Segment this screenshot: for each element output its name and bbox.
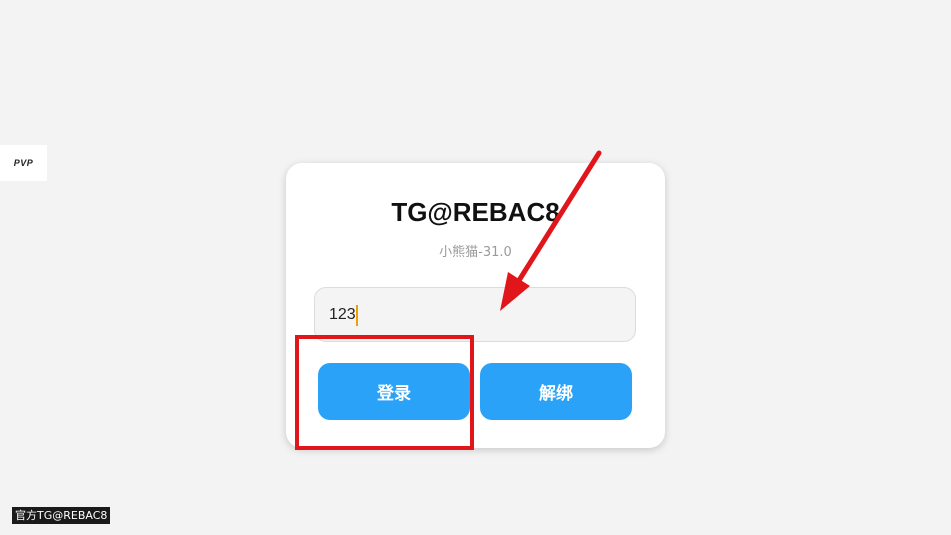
- page: PVP TG@REBAC8 小熊猫-31.0 登录 解绑 官方TG@REBAC8: [0, 0, 951, 535]
- side-badge-label: PVP: [13, 158, 34, 168]
- login-button[interactable]: 登录: [318, 363, 470, 420]
- card-subtitle: 小熊猫-31.0: [439, 245, 512, 260]
- card-title: TG@REBAC8: [391, 197, 560, 227]
- login-card: TG@REBAC8 小熊猫-31.0 登录 解绑: [286, 163, 665, 448]
- unbind-button[interactable]: 解绑: [480, 363, 632, 420]
- footer-tag: 官方TG@REBAC8: [12, 507, 111, 524]
- key-input[interactable]: [315, 288, 635, 341]
- text-caret: [356, 305, 358, 326]
- side-badge[interactable]: PVP: [0, 145, 47, 181]
- key-input-wrapper: [314, 287, 636, 342]
